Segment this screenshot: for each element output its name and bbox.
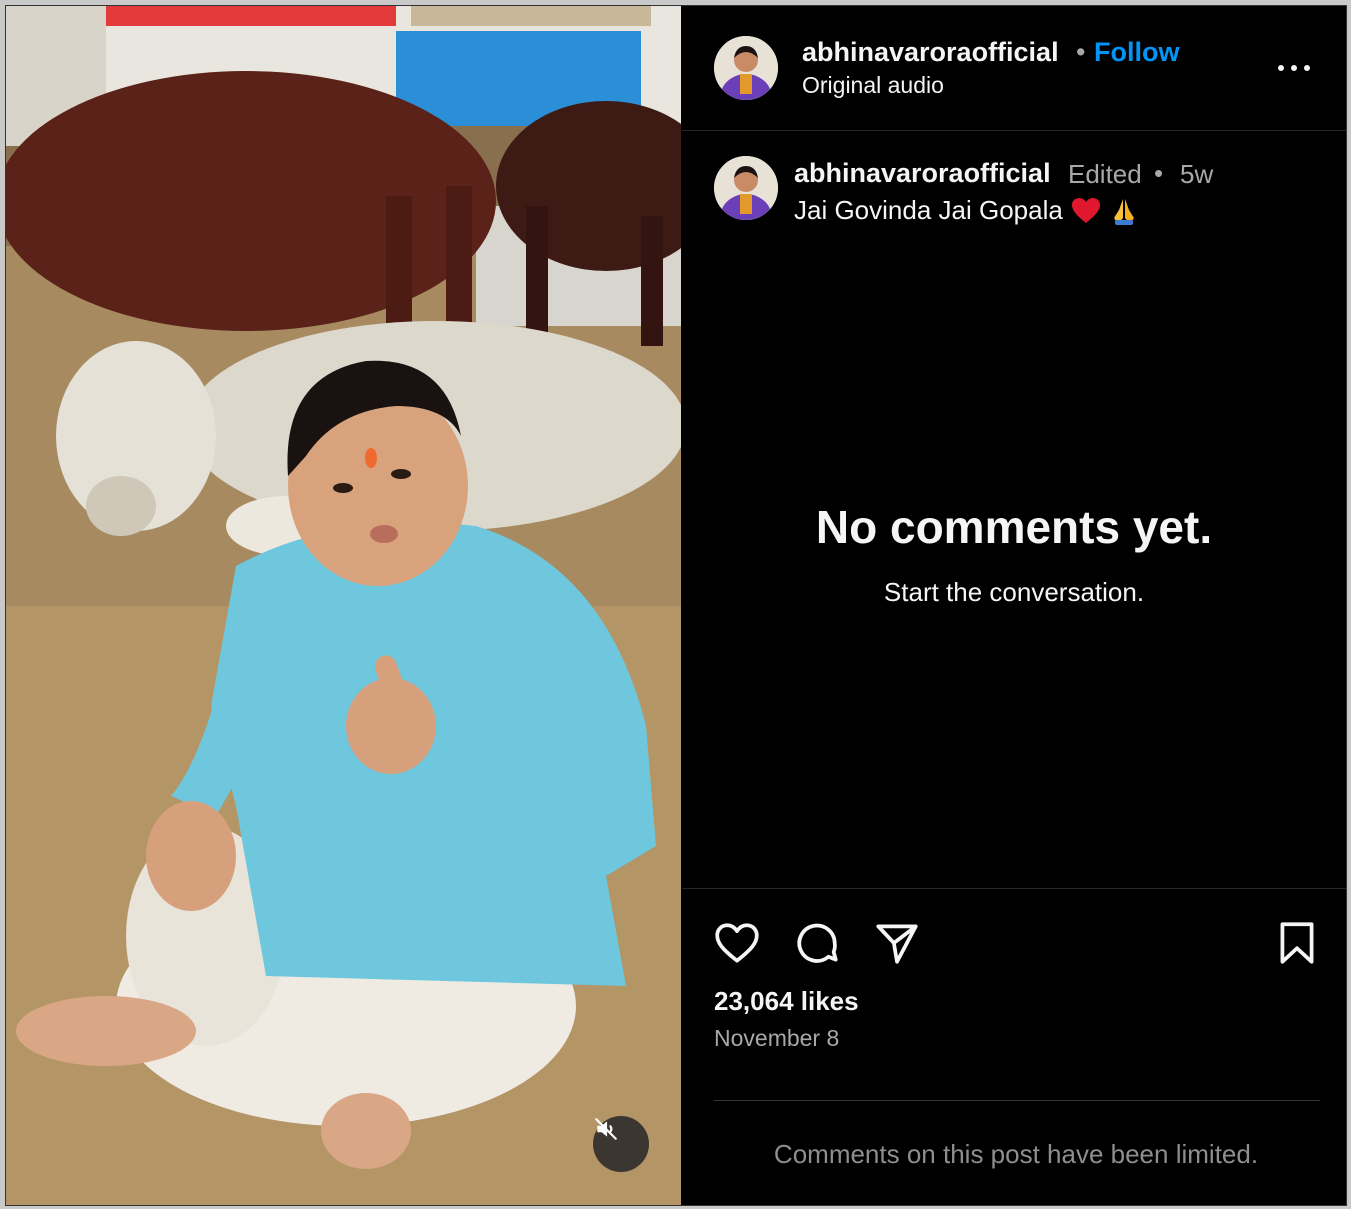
post-age[interactable]: 5w — [1180, 159, 1213, 190]
caption-avatar[interactable] — [714, 156, 778, 220]
comment-bubble-icon — [797, 923, 838, 963]
red-heart-emoji-icon — [1071, 197, 1100, 223]
no-comments-title: No comments yet. — [815, 501, 1213, 553]
post-video[interactable] — [6, 6, 681, 1205]
divider — [714, 1100, 1320, 1101]
avatar[interactable] — [714, 36, 778, 100]
speaker-muted-icon — [595, 1118, 617, 1140]
folded-hands-emoji-icon — [1113, 198, 1134, 225]
caption-username[interactable]: abhinavaroraofficial — [794, 158, 1051, 189]
caption-text: Jai Govinda Jai Gopala — [794, 195, 1063, 225]
bookmark-icon — [1280, 922, 1314, 964]
heart-icon — [715, 923, 759, 963]
comment-button[interactable] — [792, 918, 842, 968]
share-button[interactable] — [872, 918, 922, 968]
caption-text-row: Jai Govinda Jai Gopala — [794, 195, 1139, 226]
profile-photo — [714, 36, 778, 100]
separator-dot: • — [1076, 37, 1086, 67]
post-dialog: abhinavaroraofficial • Follow Original a… — [5, 5, 1347, 1206]
post-details-panel: abhinavaroraofficial • Follow Original a… — [682, 6, 1346, 1205]
video-frame-image — [6, 6, 681, 1205]
divider — [682, 888, 1346, 889]
no-comments-subtitle: Start the conversation. — [883, 577, 1145, 607]
post-date[interactable]: November 8 — [714, 1025, 839, 1052]
post-header: abhinavaroraofficial • Follow Original a… — [682, 6, 1346, 131]
post-author-username[interactable]: abhinavaroraofficial — [802, 37, 1059, 68]
follow-button[interactable]: Follow — [1094, 37, 1179, 68]
separator-dot: • — [1154, 158, 1164, 188]
more-options-button[interactable] — [1274, 56, 1314, 80]
comments-limited-notice: Comments on this post have been limited. — [773, 1139, 1259, 1169]
post-caption: abhinavaroraofficial Edited • 5w Jai Gov… — [682, 131, 1346, 261]
save-button[interactable] — [1272, 918, 1322, 968]
edited-label: Edited — [1068, 159, 1142, 189]
mute-toggle-button[interactable] — [593, 1116, 649, 1172]
more-options-icon — [1278, 65, 1310, 71]
audio-link[interactable]: Original audio — [802, 72, 944, 99]
like-button[interactable] — [712, 918, 762, 968]
likes-count[interactable]: 23,064 likes — [714, 986, 859, 1017]
profile-photo — [714, 156, 778, 220]
send-icon — [876, 924, 918, 964]
